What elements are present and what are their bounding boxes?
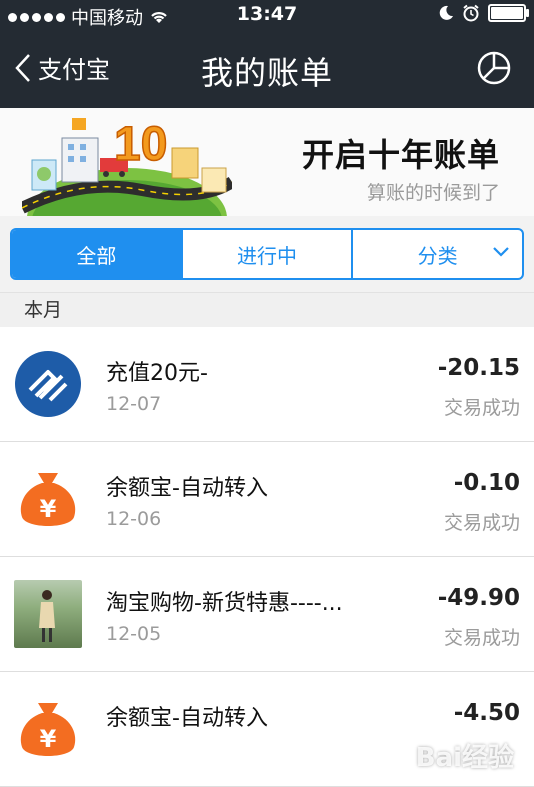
transaction-date: 12-06 [106, 508, 162, 530]
tab-category-label: 分类 [417, 243, 458, 268]
transaction-title: 充值20元- [106, 361, 208, 386]
chevron-down-icon [493, 247, 509, 257]
transaction-title: 余额宝-自动转入 [106, 706, 268, 731]
banner-subtitle: 算账的时候到了 [366, 182, 500, 204]
ten-year-city-illustration: 10 [22, 117, 232, 216]
yuebao-money-bag-icon: ¥ [20, 703, 76, 756]
transaction-status: 交易成功 [443, 627, 520, 649]
baidu-jingyan-watermark: Bai经验 [415, 743, 514, 773]
svg-text:¥: ¥ [40, 725, 57, 753]
transaction-title: 余额宝-自动转入 [106, 476, 268, 501]
ten-year-bill-banner[interactable]: 10 开启十年账单 算账的时候到了 [0, 108, 534, 216]
transaction-amount: -49.90 [437, 585, 520, 611]
top-bar: 中国移动 13:47 支付宝 我的账单 [0, 0, 534, 108]
transaction-row[interactable]: 充值20元- 12-07 -20.15 交易成功 [0, 327, 534, 442]
transaction-list: 充值20元- 12-07 -20.15 交易成功 ¥ 余额宝-自动转入 12-0… [0, 327, 534, 787]
tab-all[interactable]: 全部 [12, 230, 181, 278]
banner-badge-number: 10 [114, 118, 167, 171]
transaction-date: 12-05 [106, 623, 162, 645]
transaction-row[interactable]: ¥ 余额宝-自动转入 12-06 -0.10 交易成功 [0, 442, 534, 557]
pie-chart-icon[interactable] [476, 50, 512, 86]
transaction-amount: -4.50 [453, 700, 520, 726]
status-bar: 中国移动 13:47 [0, 0, 534, 30]
banner-title: 开启十年账单 [301, 136, 500, 174]
transaction-row[interactable]: ¥ 余额宝-自动转入 -4.50 Bai经验 [0, 672, 534, 787]
china-mobile-icon [15, 351, 81, 417]
filter-tabs: 全部 进行中 分类 [10, 228, 524, 280]
page-title: 我的账单 [200, 54, 333, 92]
transaction-date: 12-07 [106, 393, 162, 415]
transaction-row[interactable]: 淘宝购物-新货特惠----... 12-05 -49.90 交易成功 [0, 557, 534, 672]
transaction-amount: -0.10 [453, 470, 520, 496]
transaction-status: 交易成功 [443, 512, 520, 534]
month-section-header: 本月 [0, 292, 534, 327]
merchant-photo [14, 580, 82, 648]
svg-text:¥: ¥ [40, 495, 57, 523]
do-not-disturb-moon-icon [439, 5, 453, 20]
transaction-status: 交易成功 [443, 397, 520, 419]
filter-tabs-area: 全部 进行中 分类 [0, 216, 534, 292]
tab-category[interactable]: 分类 [351, 230, 522, 278]
transaction-title: 淘宝购物-新货特惠----... [106, 591, 343, 616]
tab-in-progress[interactable]: 进行中 [180, 230, 352, 278]
transaction-amount: -20.15 [437, 355, 520, 381]
battery-icon [488, 4, 529, 22]
navigation-bar: 支付宝 我的账单 [0, 30, 534, 108]
person-figure [39, 590, 55, 642]
yuebao-money-bag-icon: ¥ [20, 473, 76, 526]
alarm-clock-icon [463, 4, 479, 22]
